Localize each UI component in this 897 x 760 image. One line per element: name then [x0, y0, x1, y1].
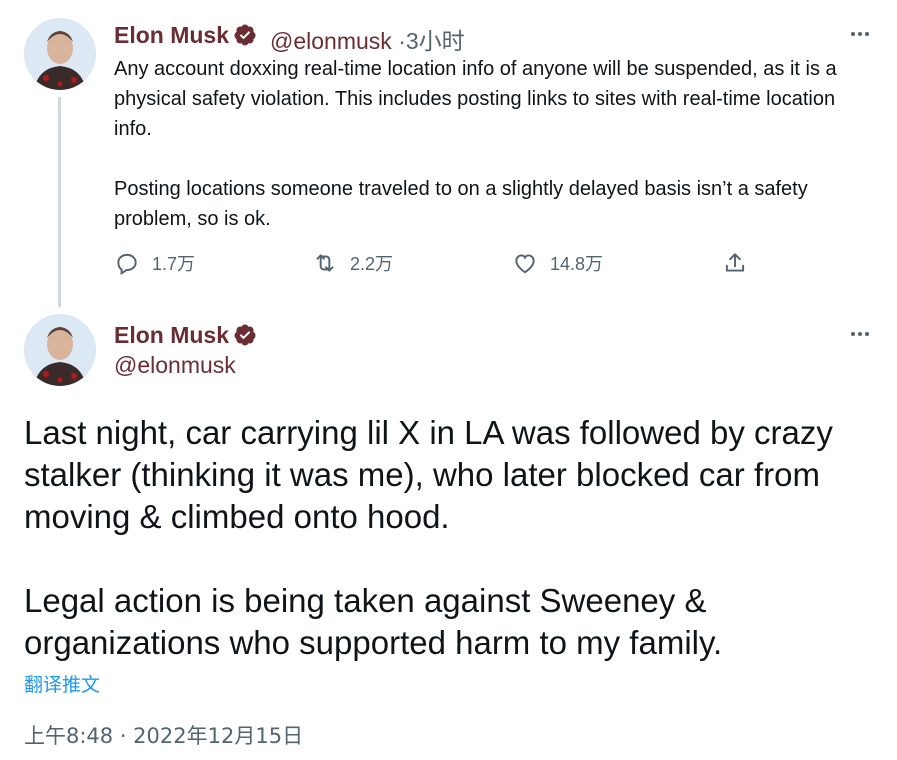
- tweet1-author-name[interactable]: Elon Musk: [114, 22, 257, 49]
- tweet1-body: Any account doxxing real-time location i…: [114, 54, 874, 234]
- share-icon: [725, 253, 745, 272]
- avatar[interactable]: [24, 18, 96, 90]
- author-handle[interactable]: @elonmusk: [114, 352, 236, 379]
- share-button[interactable]: [722, 250, 748, 276]
- verified-badge-icon: [234, 324, 256, 346]
- tweet2-paragraph: Last night, car carrying lil X in LA was…: [24, 414, 833, 535]
- meta-separator: ·: [398, 28, 406, 54]
- retweet-count: 2.2万: [350, 254, 394, 274]
- like-count: 14.8万: [550, 254, 604, 274]
- reply-button[interactable]: 1.7万: [114, 250, 195, 276]
- tweet-relative-time[interactable]: 3小时: [406, 28, 465, 54]
- reply-count: 1.7万: [152, 254, 196, 274]
- tweet2-body: Last night, car carrying lil X in LA was…: [24, 412, 884, 664]
- avatar[interactable]: [24, 314, 96, 386]
- tweet-timestamp[interactable]: 上午8:48 · 2022年12月15日: [24, 720, 303, 750]
- avatar-image-icon: [24, 18, 96, 90]
- author-handle[interactable]: @elonmusk: [270, 28, 392, 54]
- tweet2-author-name[interactable]: Elon Musk: [114, 322, 257, 349]
- verified-badge-icon: [234, 24, 256, 46]
- tweet1-paragraph: Any account doxxing real-time location i…: [114, 58, 837, 140]
- more-icon: [851, 32, 855, 36]
- reply-icon: [117, 253, 137, 276]
- thread-connector-line: [58, 97, 61, 307]
- like-button[interactable]: 14.8万: [512, 250, 603, 276]
- retweet-button[interactable]: 2.2万: [312, 250, 393, 276]
- tweet1-paragraph: Posting locations someone traveled to on…: [114, 178, 808, 230]
- tweet2-paragraph: Legal action is being taken against Swee…: [24, 582, 723, 661]
- tweet-thread-page: Elon Musk @elonmusk ·3小时 Any account dox…: [0, 0, 897, 760]
- retweet-icon: [316, 254, 334, 272]
- avatar-image-icon: [24, 314, 96, 386]
- translate-tweet-link[interactable]: 翻译推文: [24, 670, 100, 697]
- more-icon: [851, 332, 855, 336]
- author-name-text: Elon Musk: [114, 322, 230, 348]
- tweet1-meta: @elonmusk ·3小时: [270, 22, 465, 56]
- tweet1-action-bar: 1.7万 2.2万 14.8万: [114, 250, 754, 282]
- more-options-button[interactable]: [845, 324, 875, 344]
- more-options-button[interactable]: [845, 24, 875, 44]
- author-name-text: Elon Musk: [114, 22, 230, 48]
- like-icon: [515, 254, 535, 274]
